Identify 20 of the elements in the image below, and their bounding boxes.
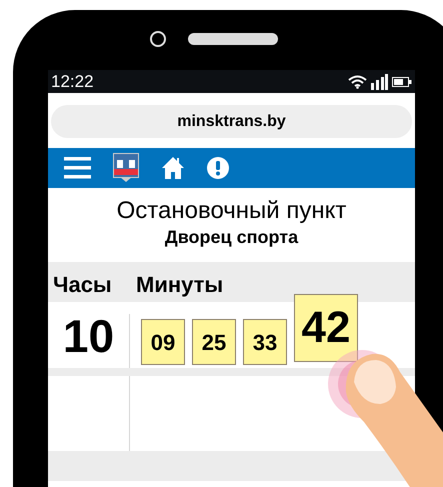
minute-chip[interactable]: 09 (141, 319, 185, 365)
camera-icon (150, 31, 166, 47)
hour-cell: 10 (62, 313, 114, 359)
minute-chip[interactable]: 33 (243, 319, 287, 365)
address-bar[interactable]: minsktrans.by (51, 105, 412, 138)
minute-chip[interactable]: 42 (294, 294, 358, 362)
signal-icon (371, 74, 388, 90)
home-icon[interactable] (161, 156, 185, 180)
clock-time: 12:22 (51, 73, 94, 90)
wifi-icon (348, 74, 367, 88)
minute-chip[interactable]: 25 (192, 319, 236, 365)
stop-name: Дворец спорта (164, 226, 298, 248)
battery-icon (392, 76, 412, 86)
column-header: Минуты (136, 270, 224, 299)
logo-icon[interactable] (113, 153, 139, 183)
stop-label: Остановочный пункт (116, 196, 346, 226)
menu-icon[interactable] (64, 156, 91, 180)
url-text: minsktrans.by (177, 112, 286, 132)
alert-icon[interactable] (207, 157, 229, 179)
column-header: Часы (52, 270, 113, 298)
